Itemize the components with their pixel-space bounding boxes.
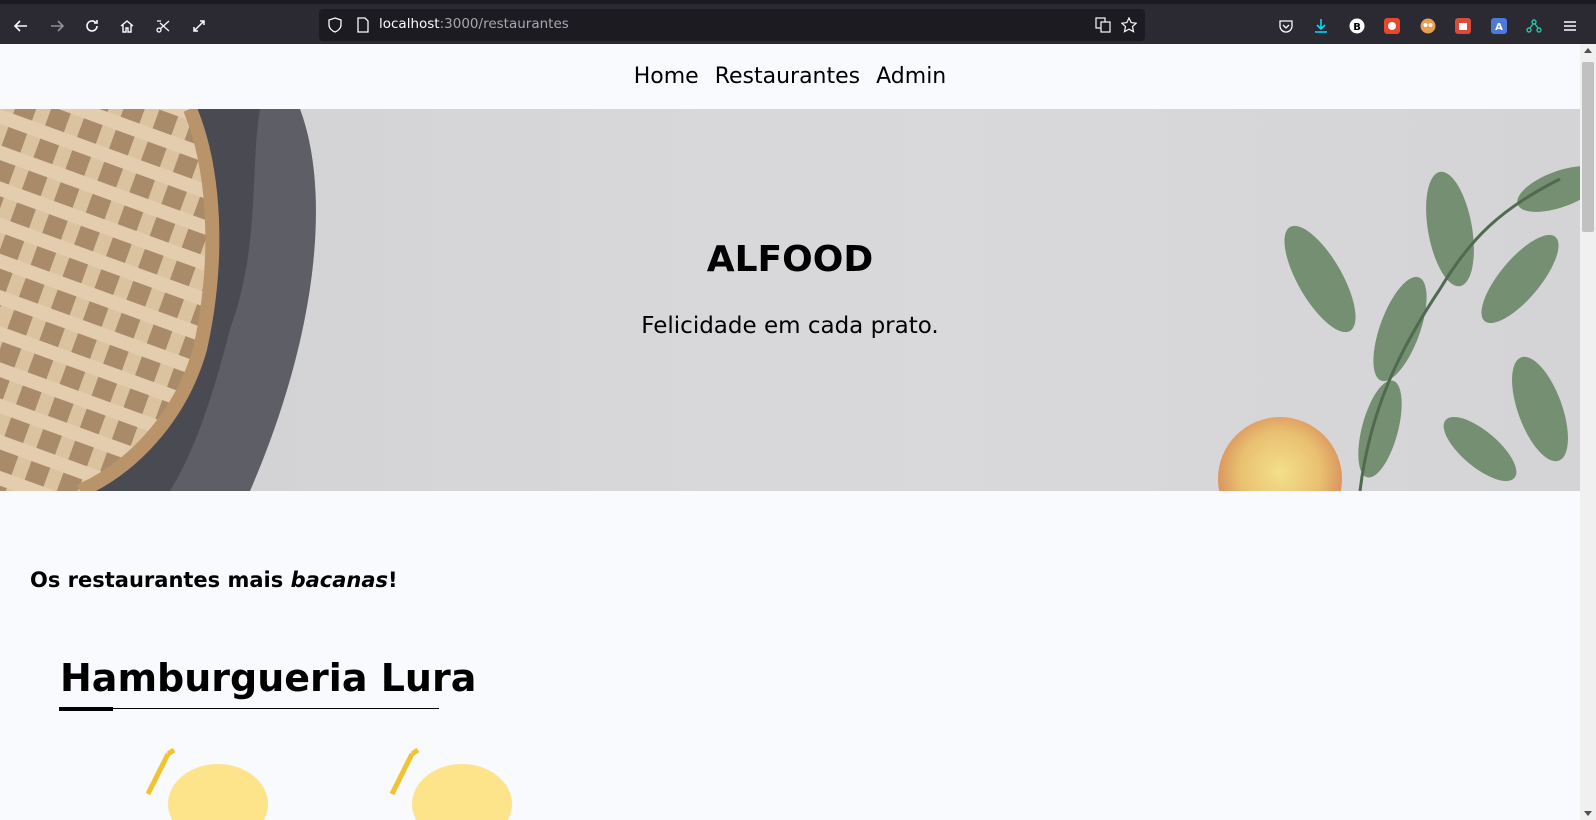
dish-image-2 (389, 747, 512, 820)
scroll-down-icon[interactable] (1584, 811, 1592, 816)
browser-toolbar: localhost:3000/restaurantes B A (0, 0, 1596, 44)
pocket-icon[interactable] (1278, 18, 1294, 34)
hero-background-image (0, 109, 1580, 491)
restaurant-name-accent (59, 707, 113, 711)
section-title-prefix: Os restaurantes mais (30, 568, 291, 592)
restaurant-name-underline (59, 708, 439, 709)
url-host: localhost (379, 16, 440, 32)
screenshot-button[interactable] (149, 12, 177, 40)
page-icon (357, 17, 369, 33)
url-text[interactable]: localhost:3000/restaurantes (379, 16, 569, 32)
shield-icon[interactable] (327, 17, 343, 33)
expand-icon (193, 20, 205, 32)
section-title: Os restaurantes mais bacanas! (30, 568, 398, 592)
extension-red-icon[interactable] (1384, 18, 1400, 34)
translate-extension-icon[interactable]: A (1491, 18, 1507, 34)
hero-banner: ALFOOD Felicidade em cada prato. (0, 109, 1580, 491)
page-content: Home Restaurantes Admin ALFOOD Felicidad… (0, 44, 1580, 820)
bookmark-star-icon[interactable] (1121, 17, 1137, 33)
hero-subtitle: Felicidade em cada prato. (641, 313, 939, 339)
restaurant-name: Hamburgueria Lura (60, 656, 477, 700)
back-button[interactable] (7, 12, 35, 40)
vertical-scrollbar[interactable] (1580, 44, 1596, 820)
translate-icon[interactable] (1095, 17, 1111, 33)
home-button[interactable] (113, 12, 141, 40)
fullscreen-button[interactable] (185, 12, 213, 40)
nav-link-admin[interactable]: Admin (876, 64, 946, 89)
dish-image-1 (145, 747, 268, 820)
nav-link-home[interactable]: Home (634, 64, 699, 89)
svg-text:A: A (1495, 22, 1503, 33)
hero-title: ALFOOD (706, 239, 874, 280)
scroll-up-icon[interactable] (1584, 48, 1592, 53)
forward-button[interactable] (43, 12, 71, 40)
url-path: :3000/restaurantes (439, 16, 569, 32)
extension-b-icon[interactable]: B (1349, 18, 1365, 34)
arrow-left-icon (13, 20, 27, 32)
scrollbar-thumb[interactable] (1582, 62, 1594, 232)
menu-icon[interactable] (1562, 18, 1578, 34)
scissors-icon (156, 20, 170, 33)
reload-icon (86, 20, 98, 32)
extension-network-icon[interactable] (1526, 18, 1542, 34)
home-icon (120, 20, 134, 33)
section-title-suffix: ! (388, 568, 398, 592)
extension-gift-icon[interactable] (1455, 18, 1471, 34)
section-title-emphasis: bacanas (290, 568, 389, 592)
reload-button[interactable] (78, 12, 106, 40)
download-icon[interactable] (1313, 18, 1329, 34)
main-nav: Home Restaurantes Admin (0, 44, 1580, 109)
arrow-right-icon (51, 20, 65, 32)
svg-text:B: B (1353, 22, 1361, 33)
nav-link-restaurantes[interactable]: Restaurantes (715, 64, 860, 89)
address-bar[interactable]: localhost:3000/restaurantes (319, 9, 1145, 41)
extension-owl-icon[interactable] (1420, 18, 1436, 34)
